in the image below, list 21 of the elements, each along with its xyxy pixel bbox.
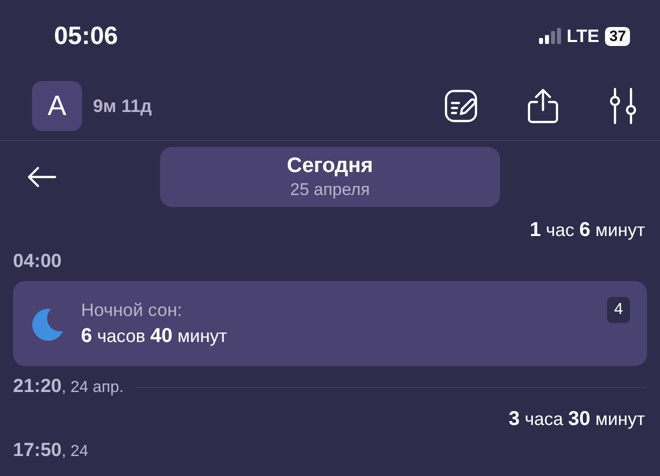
event-duration: 6 часов 40 минут (81, 324, 228, 348)
time-label: 21:20, 24 апр. (13, 376, 124, 398)
date-selector[interactable]: Сегодня 25 апреля (160, 147, 500, 207)
duration-label: 1 час 6 минут (530, 218, 645, 242)
sleep-event-card[interactable]: Ночной сон: 6 часов 40 минут 4 (13, 281, 647, 366)
settings-sliders-icon[interactable] (608, 88, 638, 124)
count-badge: 4 (607, 297, 630, 323)
time-label: 04:00 (13, 251, 62, 273)
share-icon[interactable] (526, 88, 560, 124)
signal-icon (538, 28, 561, 44)
child-age: 9м 11д (93, 96, 152, 116)
time-label: 17:50, 24 (13, 440, 88, 462)
battery-indicator: 37 (605, 26, 630, 46)
edit-icon[interactable] (444, 89, 478, 123)
moon-icon (31, 306, 65, 340)
event-label: Ночной сон: (81, 300, 184, 320)
back-arrow-icon[interactable] (27, 166, 57, 188)
status-time: 05:06 (54, 22, 118, 50)
avatar[interactable]: A (32, 81, 82, 131)
network-label: LTE (566, 26, 600, 46)
duration-label: 3 часа 30 минут (508, 408, 645, 430)
